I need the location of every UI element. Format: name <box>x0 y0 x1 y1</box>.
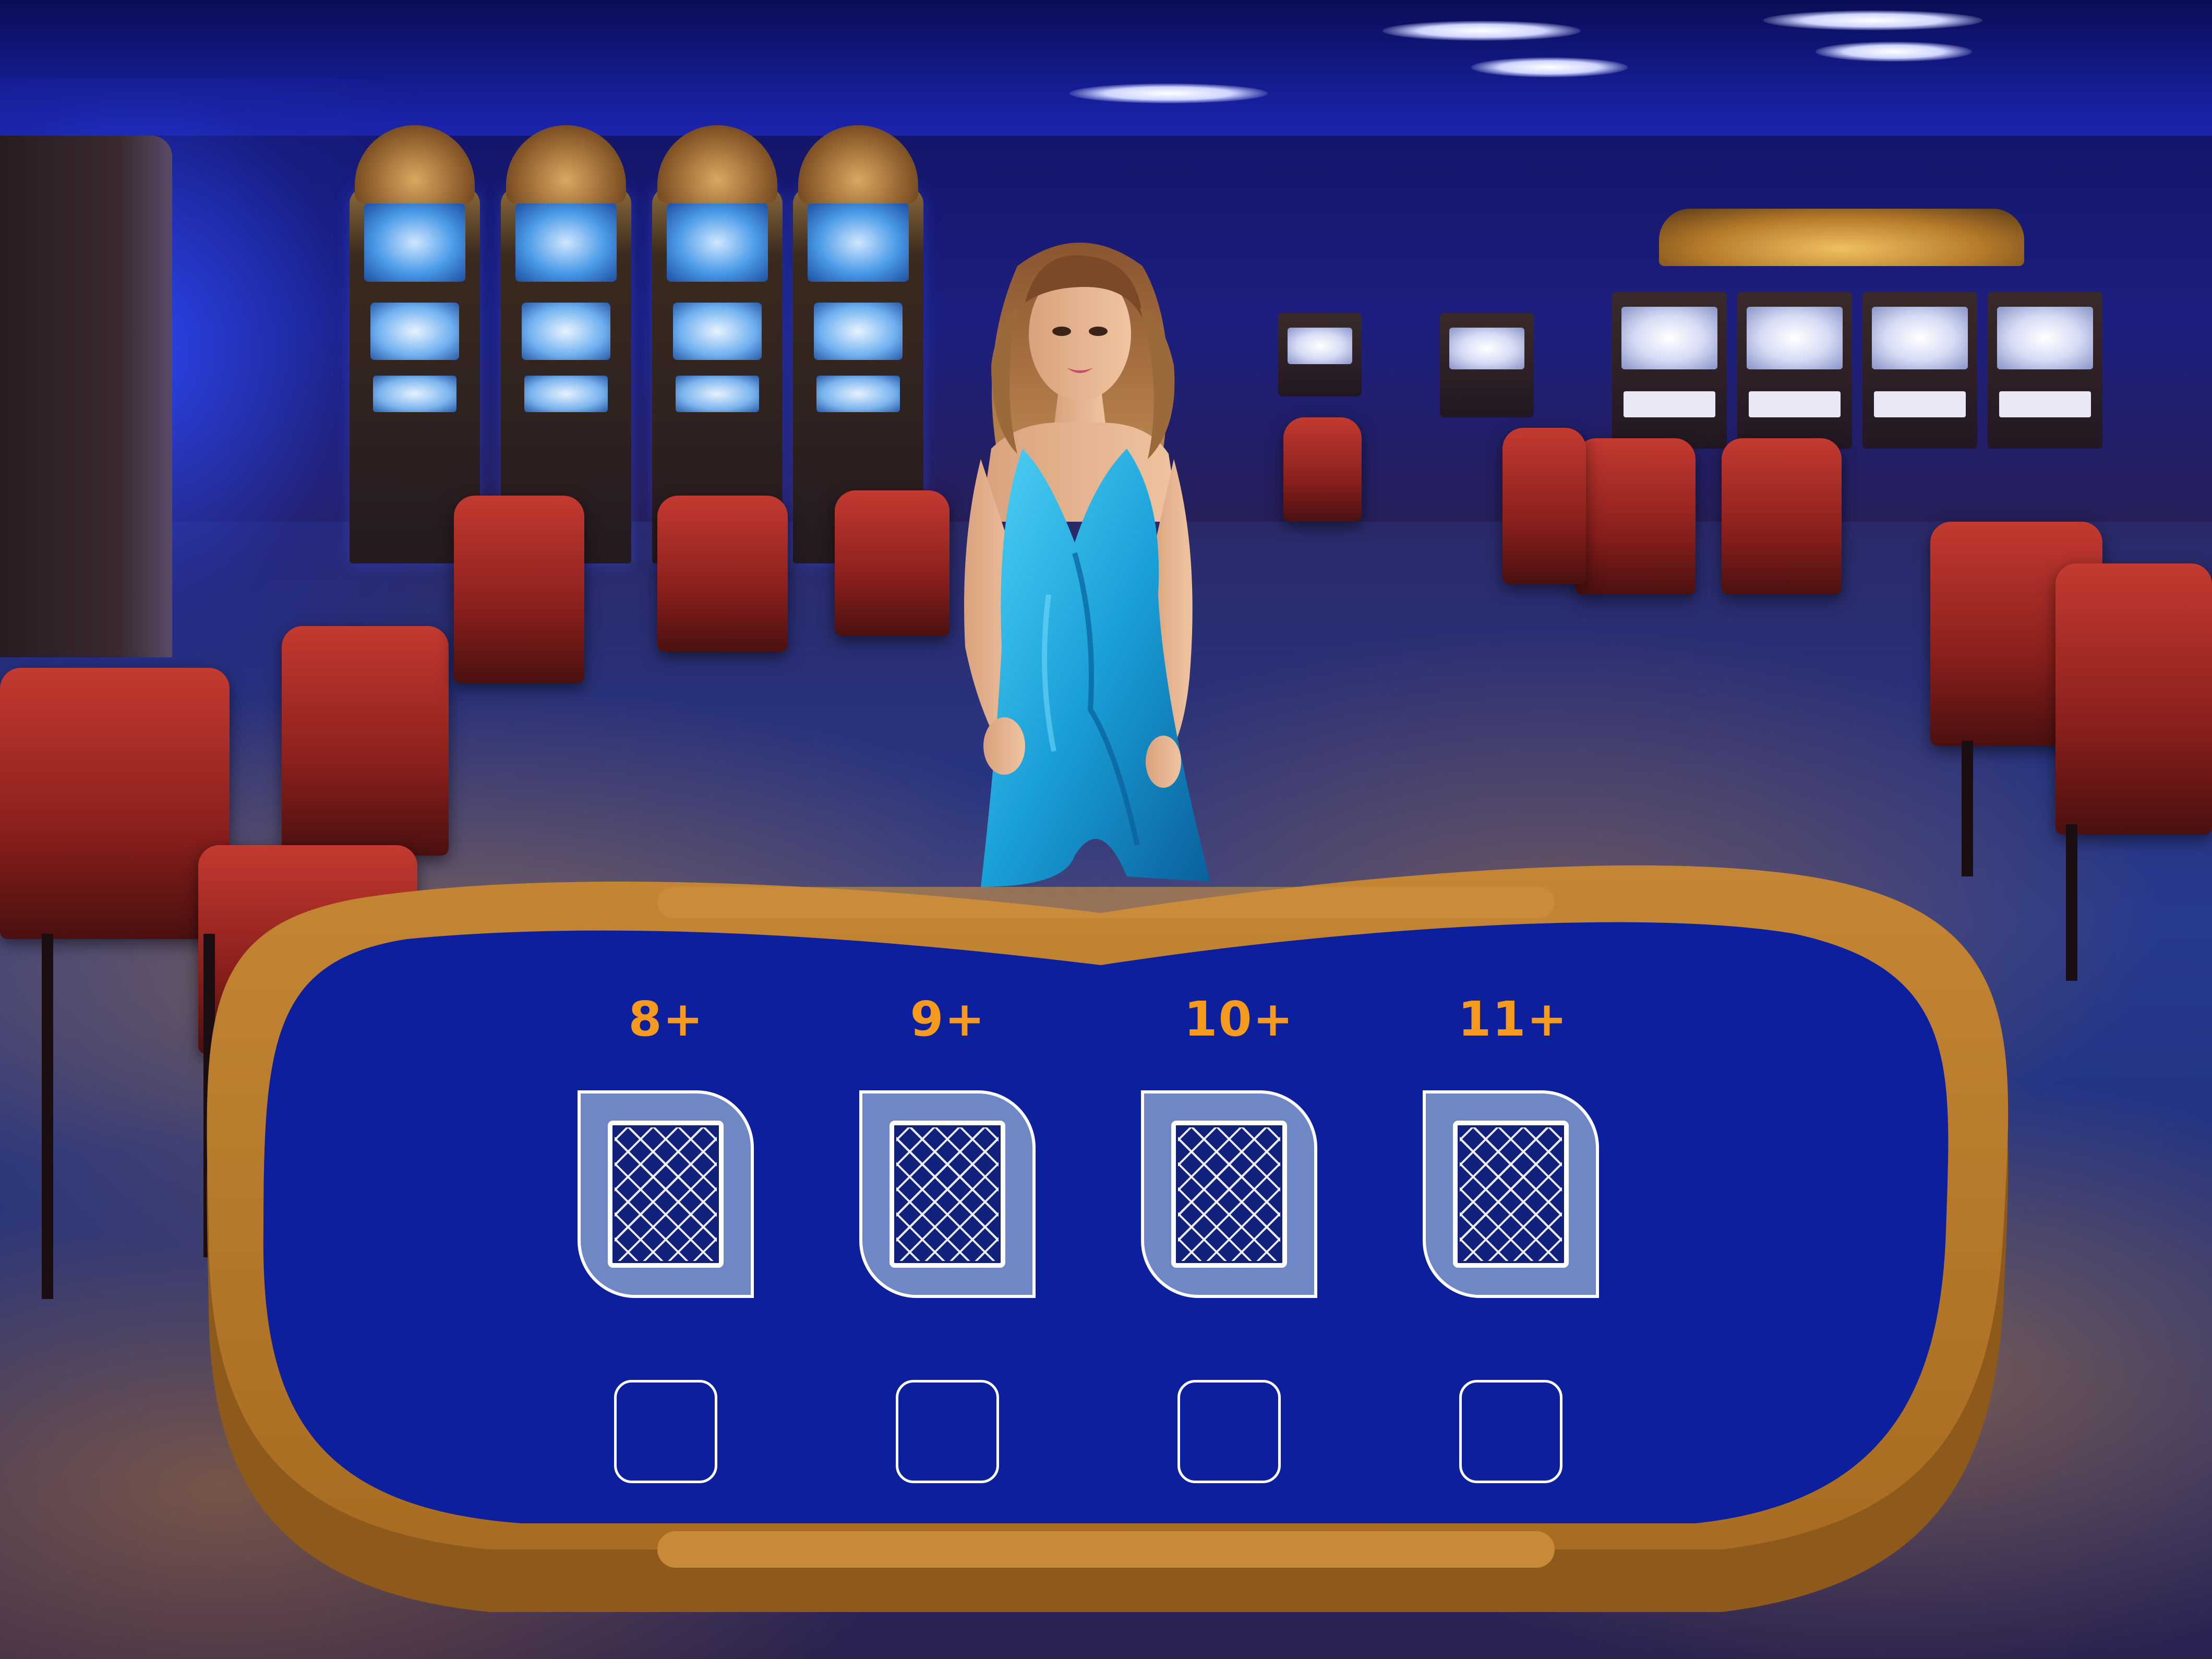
bet-box-11-plus[interactable] <box>1459 1380 1562 1483</box>
bet-box-8-plus[interactable] <box>614 1380 717 1483</box>
card-slot-9-plus[interactable] <box>859 1090 1036 1298</box>
card-slot-11-plus[interactable] <box>1423 1090 1599 1298</box>
bet-label-8-plus: 8+ <box>628 991 704 1047</box>
card-slot-10-plus[interactable] <box>1141 1090 1317 1298</box>
card-back-icon <box>1453 1121 1569 1268</box>
card-back-icon <box>889 1121 1005 1268</box>
game-stage: 8+ 9+ 10+ 11+ <box>0 0 2212 1659</box>
bet-box-9-plus[interactable] <box>896 1380 999 1483</box>
card-slot-8-plus[interactable] <box>578 1090 754 1298</box>
bet-box-10-plus[interactable] <box>1177 1380 1281 1483</box>
table-felt <box>263 922 1949 1523</box>
bet-label-11-plus: 11+ <box>1458 991 1568 1047</box>
card-back-icon <box>608 1121 724 1268</box>
bet-label-9-plus: 9+ <box>910 991 986 1047</box>
bet-label-10-plus: 10+ <box>1184 991 1294 1047</box>
game-table <box>207 865 2009 1612</box>
card-back-icon <box>1171 1121 1287 1268</box>
